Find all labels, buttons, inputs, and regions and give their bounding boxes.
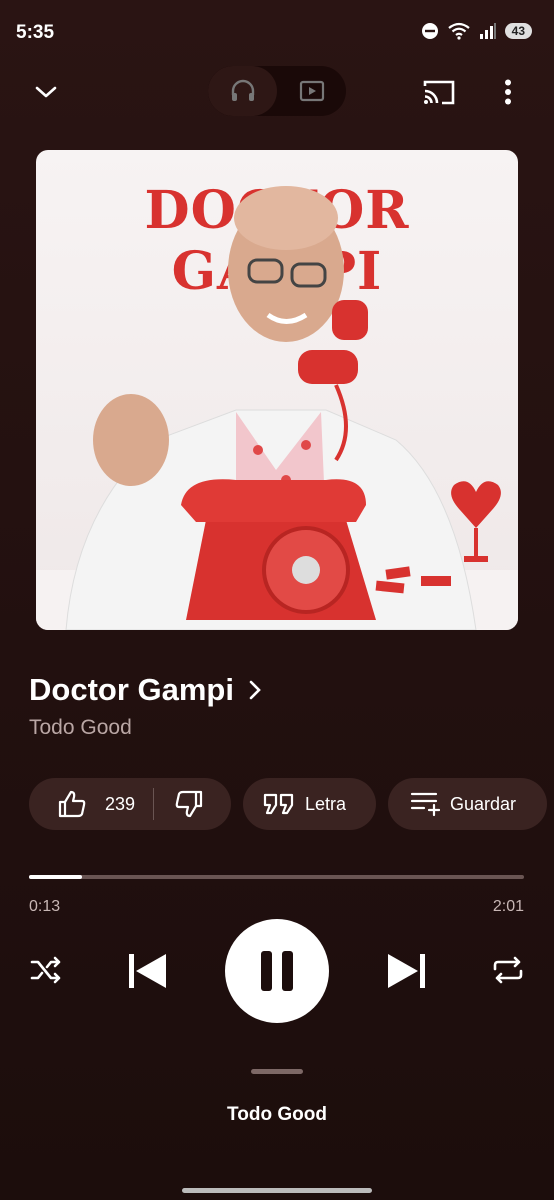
chip-divider xyxy=(153,788,155,820)
thumbs-down-icon xyxy=(175,790,203,818)
quote-icon xyxy=(263,793,294,815)
song-title-link[interactable]: Doctor Gampi xyxy=(29,672,262,708)
more-options-button[interactable] xyxy=(490,72,526,112)
like-button[interactable]: 239 xyxy=(57,789,135,819)
headphones-icon xyxy=(231,79,254,101)
playlist-add-icon xyxy=(410,792,440,817)
repeat-icon xyxy=(493,956,523,984)
shuffle-button[interactable] xyxy=(26,950,66,990)
current-time: 0:13 xyxy=(29,898,61,915)
pause-icon xyxy=(261,951,293,991)
progress-fill xyxy=(29,875,82,879)
status-icons: 43 xyxy=(421,22,532,40)
system-nav-bar[interactable] xyxy=(182,1188,372,1193)
audio-video-toggle[interactable] xyxy=(208,66,346,116)
skip-next-icon xyxy=(388,954,425,988)
chevron-right-icon xyxy=(249,680,261,700)
drag-handle[interactable] xyxy=(251,1069,303,1074)
status-time: 5:35 xyxy=(16,22,55,43)
artist-name[interactable]: Todo Good xyxy=(29,716,132,740)
cast-icon xyxy=(423,80,455,105)
lyrics-label: Letra xyxy=(305,793,347,814)
like-count: 239 xyxy=(105,793,136,814)
repeat-button[interactable] xyxy=(488,950,528,990)
signal-icon xyxy=(479,23,496,39)
video-mode-tab[interactable] xyxy=(277,66,346,116)
album-art: DOCTOR GAMPI xyxy=(36,150,518,630)
shuffle-icon xyxy=(30,956,61,984)
album-art-illustration xyxy=(36,186,518,630)
video-icon xyxy=(299,80,324,102)
previous-button[interactable] xyxy=(124,948,170,994)
pause-button[interactable] xyxy=(225,919,329,1023)
skip-previous-icon xyxy=(129,954,166,988)
song-title: Doctor Gampi xyxy=(29,672,234,707)
save-button[interactable]: Guardar xyxy=(388,778,547,830)
dislike-button[interactable] xyxy=(174,789,204,819)
chevron-down-icon xyxy=(35,86,57,98)
save-label: Guardar xyxy=(450,793,517,814)
wifi-icon xyxy=(447,22,470,40)
next-button[interactable] xyxy=(384,948,430,994)
progress-track[interactable] xyxy=(29,875,524,879)
more-vertical-icon xyxy=(505,79,511,105)
audio-mode-tab[interactable] xyxy=(208,66,277,116)
do-not-disturb-icon xyxy=(421,23,438,39)
total-time: 2:01 xyxy=(492,898,524,915)
collapse-button[interactable] xyxy=(24,72,68,112)
battery-badge: 43 xyxy=(504,23,532,39)
cast-button[interactable] xyxy=(418,72,460,112)
thumbs-up-icon xyxy=(58,790,86,818)
lyrics-button[interactable]: Letra xyxy=(243,778,376,830)
up-next-tab[interactable]: Todo Good xyxy=(0,1104,554,1126)
like-dislike-chip: 239 xyxy=(29,778,231,830)
